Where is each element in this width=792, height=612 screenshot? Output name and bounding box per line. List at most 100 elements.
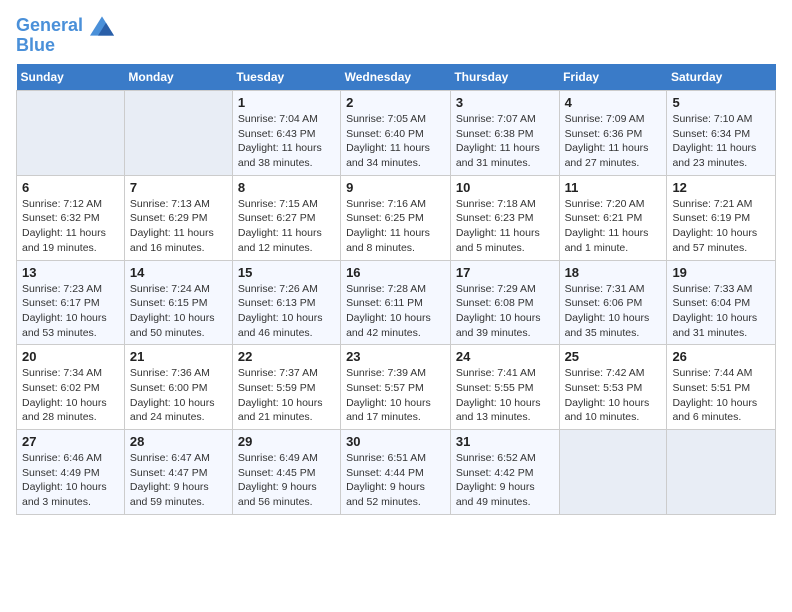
cell-info: Sunset: 5:59 PM <box>238 381 335 396</box>
day-number: 14 <box>130 265 227 280</box>
cell-info: Daylight: 10 hours and 53 minutes. <box>22 311 119 340</box>
cell-info: Sunrise: 7:05 AM <box>346 112 445 127</box>
cell-info: Daylight: 10 hours and 50 minutes. <box>130 311 227 340</box>
calendar-cell: 4Sunrise: 7:09 AMSunset: 6:36 PMDaylight… <box>559 91 667 176</box>
day-number: 28 <box>130 434 227 449</box>
cell-info: Daylight: 10 hours and 6 minutes. <box>672 396 770 425</box>
cell-info: Daylight: 10 hours and 35 minutes. <box>565 311 662 340</box>
cell-info: Daylight: 11 hours and 23 minutes. <box>672 141 770 170</box>
cell-info: Sunrise: 7:09 AM <box>565 112 662 127</box>
calendar-cell: 28Sunrise: 6:47 AMSunset: 4:47 PMDayligh… <box>124 430 232 515</box>
cell-info: Sunrise: 7:18 AM <box>456 197 554 212</box>
cell-info: Daylight: 10 hours and 24 minutes. <box>130 396 227 425</box>
cell-info: Sunset: 6:21 PM <box>565 211 662 226</box>
day-number: 2 <box>346 95 445 110</box>
day-number: 21 <box>130 349 227 364</box>
calendar-cell: 16Sunrise: 7:28 AMSunset: 6:11 PMDayligh… <box>341 260 451 345</box>
day-number: 6 <box>22 180 119 195</box>
cell-info: Daylight: 10 hours and 13 minutes. <box>456 396 554 425</box>
cell-info: Sunset: 6:13 PM <box>238 296 335 311</box>
cell-info: Daylight: 9 hours and 49 minutes. <box>456 480 554 509</box>
calendar-cell <box>17 91 125 176</box>
logo: General Blue <box>16 16 114 56</box>
week-row-4: 20 Sunrise: 7:34 AMSunset: 6:02 PM Dayligh… <box>17 345 776 430</box>
day-number: 20 <box>22 349 119 364</box>
col-header-friday: Friday <box>559 64 667 91</box>
day-number: 1 <box>238 95 335 110</box>
cell-info: Sunrise: 6:49 AM <box>238 451 335 466</box>
cell-info: Sunset: 4:47 PM <box>130 466 227 481</box>
cell-info: Daylight: 10 hours and 42 minutes. <box>346 311 445 340</box>
calendar-cell: 7Sunrise: 7:13 AMSunset: 6:29 PMDaylight… <box>124 175 232 260</box>
cell-info: Sunrise: 6:52 AM <box>456 451 554 466</box>
day-number: 11 <box>565 180 662 195</box>
day-number: 4 <box>565 95 662 110</box>
day-number: 18 <box>565 265 662 280</box>
day-number: 9 <box>346 180 445 195</box>
calendar-cell: 15Sunrise: 7:26 AMSunset: 6:13 PMDayligh… <box>232 260 340 345</box>
cell-info: Sunrise: 7:42 AM <box>565 366 662 381</box>
calendar-cell: 8Sunrise: 7:15 AMSunset: 6:27 PMDaylight… <box>232 175 340 260</box>
calendar-cell: 9Sunrise: 7:16 AMSunset: 6:25 PMDaylight… <box>341 175 451 260</box>
cell-info: Daylight: 11 hours and 5 minutes. <box>456 226 554 255</box>
cell-info: Sunrise: 7:16 AM <box>346 197 445 212</box>
calendar-cell <box>124 91 232 176</box>
cell-info: Sunrise: 7:29 AM <box>456 282 554 297</box>
week-row-1: 1Sunrise: 7:04 AMSunset: 6:43 PMDaylight… <box>17 91 776 176</box>
calendar-cell: 20Sunrise: 7:34 AMSunset: 6:02 PMDayligh… <box>17 345 125 430</box>
cell-info: Sunrise: 7:31 AM <box>565 282 662 297</box>
cell-info: Sunset: 6:02 PM <box>22 381 119 396</box>
cell-info: Sunrise: 7:37 AM <box>238 366 335 381</box>
calendar-cell: 18 Sunrise: 7:31 AMSunset: 6:06 PMDayligh… <box>559 260 667 345</box>
cell-info: Daylight: 11 hours and 31 minutes. <box>456 141 554 170</box>
day-number: 27 <box>22 434 119 449</box>
day-number: 7 <box>130 180 227 195</box>
calendar-cell: 24Sunrise: 7:41 AMSunset: 5:55 PMDayligh… <box>450 345 559 430</box>
week-row-3: 13Sunrise: 7:23 AMSunset: 6:17 PMDayligh… <box>17 260 776 345</box>
cell-info: Sunset: 6:40 PM <box>346 127 445 142</box>
cell-info: Sunrise: 7:23 AM <box>22 282 119 297</box>
cell-info: Sunset: 6:00 PM <box>130 381 227 396</box>
cell-info: Sunrise: 6:46 AM <box>22 451 119 466</box>
day-number: 30 <box>346 434 445 449</box>
cell-info: Sunrise: 7:07 AM <box>456 112 554 127</box>
cell-info: Sunrise: 7:28 AM <box>346 282 445 297</box>
cell-info: Sunset: 5:53 PM <box>565 381 662 396</box>
col-header-monday: Monday <box>124 64 232 91</box>
day-number: 13 <box>22 265 119 280</box>
calendar-cell: 10Sunrise: 7:18 AMSunset: 6:23 PMDayligh… <box>450 175 559 260</box>
cell-info: Sunset: 6:08 PM <box>456 296 554 311</box>
cell-info: Sunrise: 7:26 AM <box>238 282 335 297</box>
cell-info: Sunrise: 7:34 AM <box>22 366 119 381</box>
col-header-tuesday: Tuesday <box>232 64 340 91</box>
cell-info: Daylight: 10 hours and 10 minutes. <box>565 396 662 425</box>
cell-info: Daylight: 9 hours and 59 minutes. <box>130 480 227 509</box>
header-row: SundayMondayTuesdayWednesdayThursdayFrid… <box>17 64 776 91</box>
cell-info: Sunset: 4:42 PM <box>456 466 554 481</box>
cell-info: Sunrise: 7:10 AM <box>672 112 770 127</box>
day-number: 12 <box>672 180 770 195</box>
cell-info: Daylight: 11 hours and 34 minutes. <box>346 141 445 170</box>
col-header-saturday: Saturday <box>667 64 776 91</box>
day-number: 8 <box>238 180 335 195</box>
cell-info: Sunset: 6:25 PM <box>346 211 445 226</box>
cell-info: Sunset: 6:06 PM <box>565 296 662 311</box>
calendar-cell <box>559 430 667 515</box>
cell-info: Daylight: 10 hours and 21 minutes. <box>238 396 335 425</box>
calendar-cell: 11Sunrise: 7:20 AMSunset: 6:21 PMDayligh… <box>559 175 667 260</box>
day-number: 29 <box>238 434 335 449</box>
cell-info: Daylight: 11 hours and 12 minutes. <box>238 226 335 255</box>
calendar-cell: 21 Sunrise: 7:36 AMSunset: 6:00 PMDayligh… <box>124 345 232 430</box>
cell-info: Sunrise: 7:36 AM <box>130 366 227 381</box>
calendar-cell: 12Sunrise: 7:21 AMSunset: 6:19 PMDayligh… <box>667 175 776 260</box>
cell-info: Sunrise: 7:15 AM <box>238 197 335 212</box>
cell-info: Sunset: 6:11 PM <box>346 296 445 311</box>
calendar-cell: 2 Sunrise: 7:05 AMSunset: 6:40 PMDaylight… <box>341 91 451 176</box>
cell-info: Daylight: 9 hours and 56 minutes. <box>238 480 335 509</box>
cell-info: Sunset: 6:32 PM <box>22 211 119 226</box>
cell-info: Sunrise: 7:21 AM <box>672 197 770 212</box>
cell-info: Sunset: 6:29 PM <box>130 211 227 226</box>
cell-info: Sunset: 6:17 PM <box>22 296 119 311</box>
cell-info: Sunset: 6:38 PM <box>456 127 554 142</box>
cell-info: Daylight: 11 hours and 38 minutes. <box>238 141 335 170</box>
